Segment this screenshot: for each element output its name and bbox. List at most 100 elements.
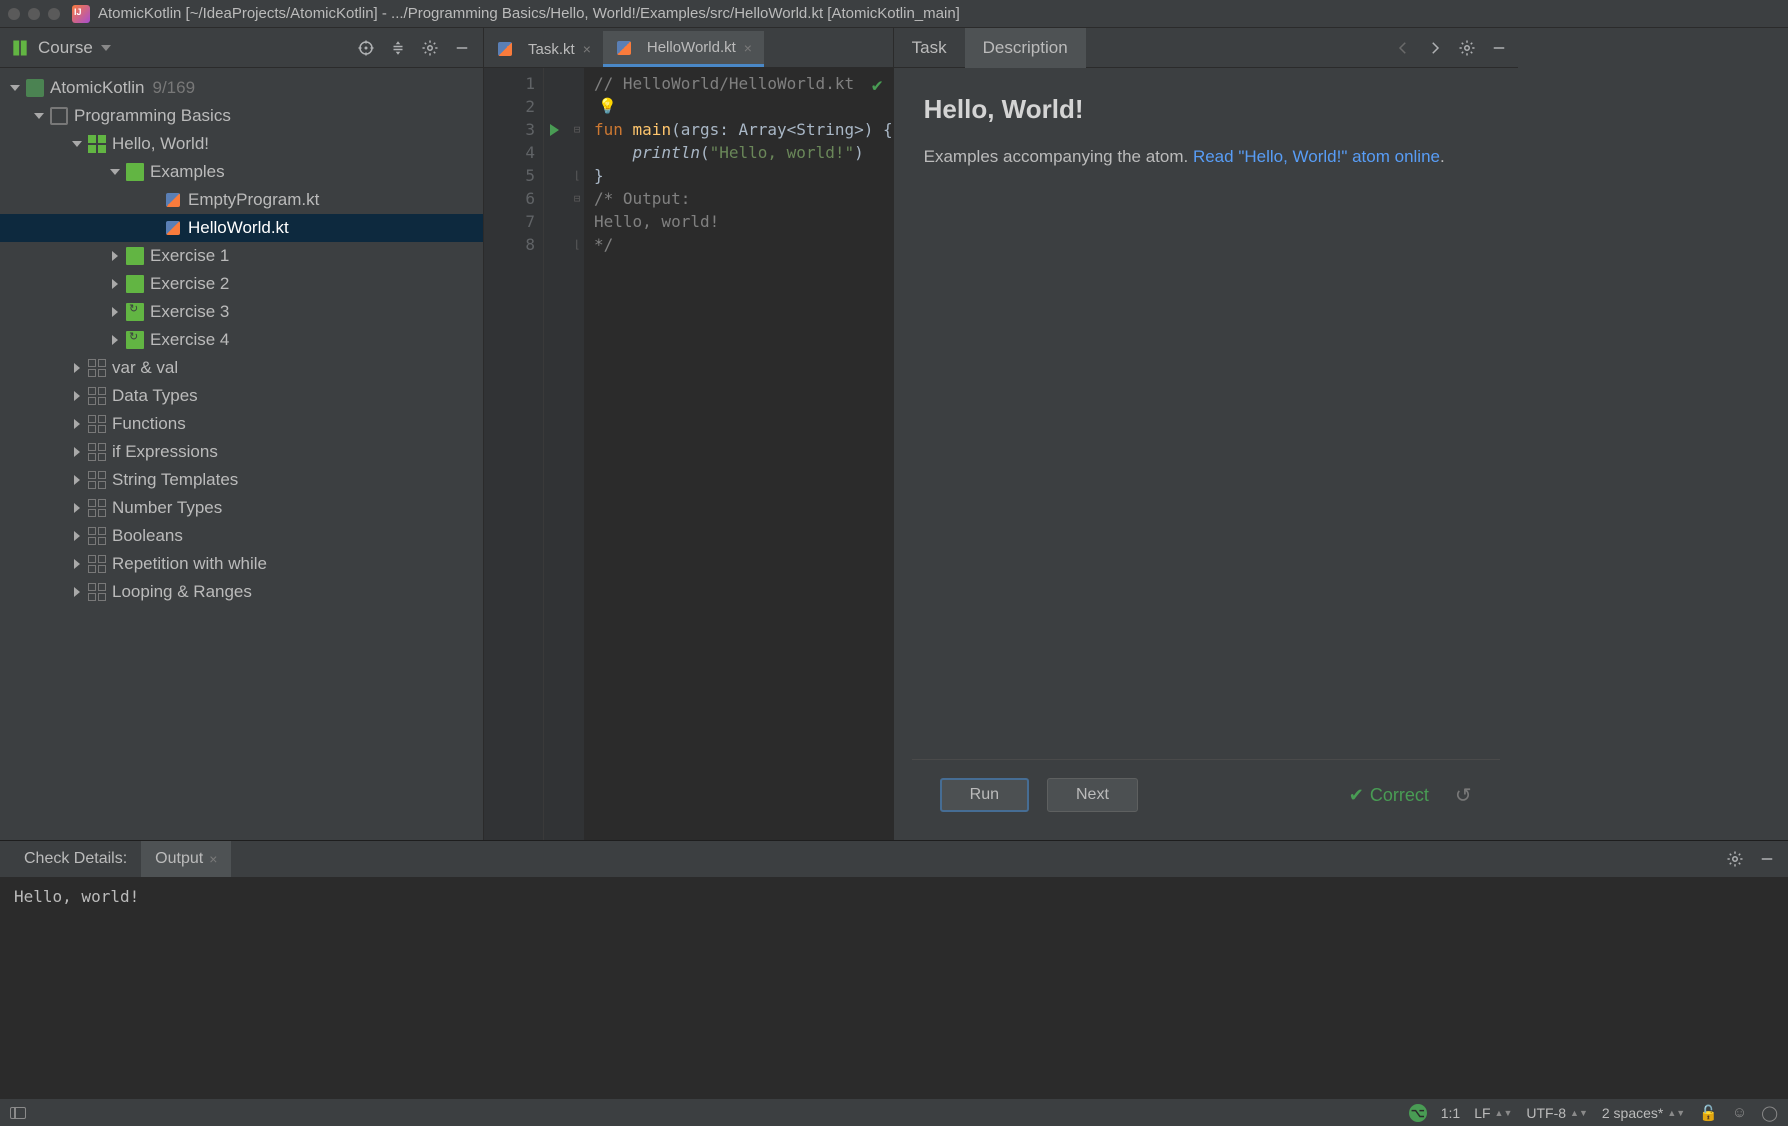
indent-settings[interactable]: 2 spaces*▲▼	[1602, 1105, 1685, 1121]
editor-tab[interactable]: Task.kt ×	[484, 31, 603, 67]
gear-icon[interactable]	[1456, 37, 1478, 59]
collapse-all-icon[interactable]	[387, 37, 409, 59]
tree-exercise[interactable]: Exercise 3	[0, 298, 483, 326]
kotlin-file-icon	[164, 219, 182, 237]
file-encoding[interactable]: UTF-8▲▼	[1526, 1105, 1588, 1121]
chevron-right-icon[interactable]	[70, 361, 84, 375]
window-close-icon[interactable]	[8, 8, 20, 20]
code-text: Hello, world!	[594, 212, 719, 231]
fold-close-icon[interactable]: ⌊	[570, 164, 584, 187]
tree-lesson[interactable]: Number Types	[0, 494, 483, 522]
chevron-right-icon[interactable]	[70, 417, 84, 431]
tree-lesson-current[interactable]: Hello, World!	[0, 130, 483, 158]
tool-windows-icon[interactable]	[10, 1107, 26, 1119]
progress-count: 9/169	[152, 78, 195, 98]
tree-examples[interactable]: Examples	[0, 158, 483, 186]
tree-file-selected[interactable]: HelloWorld.kt	[0, 214, 483, 242]
window-maximize-icon[interactable]	[48, 8, 60, 20]
chevron-right-icon[interactable]	[70, 529, 84, 543]
line-number: 2	[484, 95, 535, 118]
fold-close-icon[interactable]: ⌊	[570, 233, 584, 256]
fold-open-icon[interactable]: ⊟	[570, 118, 584, 141]
tab-output[interactable]: Output ×	[141, 841, 231, 877]
book-icon	[26, 79, 44, 97]
minimize-panel-icon[interactable]	[1488, 37, 1510, 59]
editor-panel: Task.kt × HelloWorld.kt × 1 2 3 4 5 6 7 …	[484, 28, 894, 840]
tree-label: Exercise 1	[150, 246, 229, 266]
line-number: 3	[484, 118, 535, 141]
chevron-down-icon[interactable]	[101, 45, 111, 51]
git-status-icon[interactable]: ⌥	[1409, 1104, 1427, 1122]
run-line-icon[interactable]	[550, 124, 559, 136]
next-button[interactable]: Next	[1047, 778, 1138, 812]
chevron-right-icon[interactable]	[108, 333, 122, 347]
inspector-icon[interactable]: ☺	[1732, 1104, 1747, 1121]
code-text: println	[633, 143, 700, 162]
gear-icon[interactable]	[419, 37, 441, 59]
chevron-down-icon[interactable]	[8, 81, 22, 95]
minimize-panel-icon[interactable]	[1756, 848, 1778, 870]
tab-label: Task.kt	[528, 41, 575, 58]
chevron-right-icon[interactable]	[70, 501, 84, 515]
tree-lesson[interactable]: Data Types	[0, 382, 483, 410]
chevron-down-icon[interactable]	[70, 137, 84, 151]
caret-position[interactable]: 1:1	[1441, 1105, 1460, 1121]
tree-lesson[interactable]: var & val	[0, 354, 483, 382]
tab-check-details[interactable]: Check Details:	[10, 841, 141, 877]
course-dropdown[interactable]: Course	[38, 38, 93, 58]
tree-lesson[interactable]: String Templates	[0, 466, 483, 494]
tree-lesson[interactable]: Looping & Ranges	[0, 578, 483, 606]
chevron-right-icon[interactable]	[70, 445, 84, 459]
folder-retry-icon	[126, 303, 144, 321]
chevron-right-icon[interactable]	[70, 473, 84, 487]
chevron-right-icon[interactable]	[70, 389, 84, 403]
tree-exercise[interactable]: Exercise 4	[0, 326, 483, 354]
tree-lesson[interactable]: if Expressions	[0, 438, 483, 466]
search-icon[interactable]: ◯	[1761, 1104, 1778, 1122]
code-area[interactable]: 💡✔// HelloWorld/HelloWorld.kt fun main(a…	[584, 68, 893, 840]
task-body-link[interactable]: Read "Hello, World!" atom online	[1193, 147, 1440, 166]
close-icon[interactable]: ×	[744, 40, 752, 56]
code-text: (args: Array<String>) {	[671, 120, 893, 139]
course-tree[interactable]: AtomicKotlin 9/169 Programming Basics He…	[0, 68, 483, 840]
code-editor[interactable]: 1 2 3 4 5 6 7 8 ⊟ ⌊ ⊟ ⌊ 💡✔// HelloWorld/…	[484, 68, 893, 840]
minimize-panel-icon[interactable]	[451, 37, 473, 59]
tree-label: Repetition with while	[112, 554, 267, 574]
tree-lesson[interactable]: Repetition with while	[0, 550, 483, 578]
close-icon[interactable]: ×	[209, 851, 217, 867]
intention-bulb-icon[interactable]: 💡	[598, 95, 617, 118]
reset-icon[interactable]: ↺	[1455, 783, 1472, 808]
locate-icon[interactable]	[355, 37, 377, 59]
tree-root[interactable]: AtomicKotlin 9/169	[0, 74, 483, 102]
tree-file[interactable]: EmptyProgram.kt	[0, 186, 483, 214]
tree-lesson[interactable]: Booleans	[0, 522, 483, 550]
tree-module[interactable]: Programming Basics	[0, 102, 483, 130]
chevron-right-icon[interactable]	[70, 557, 84, 571]
run-button[interactable]: Run	[940, 778, 1029, 812]
line-number: 1	[484, 72, 535, 95]
fold-open-icon[interactable]: ⊟	[570, 187, 584, 210]
chevron-right-icon[interactable]	[108, 305, 122, 319]
inspection-ok-icon[interactable]: ✔	[872, 74, 883, 97]
chevron-right-icon[interactable]	[108, 249, 122, 263]
gear-icon[interactable]	[1724, 848, 1746, 870]
folder-icon	[126, 163, 144, 181]
readonly-lock-icon[interactable]: 🔓	[1699, 1104, 1718, 1122]
nav-back-icon[interactable]	[1392, 37, 1414, 59]
tree-exercise[interactable]: Exercise 2	[0, 270, 483, 298]
tree-exercise[interactable]: Exercise 1	[0, 242, 483, 270]
tree-lesson[interactable]: Functions	[0, 410, 483, 438]
chevron-down-icon[interactable]	[32, 109, 46, 123]
nav-forward-icon[interactable]	[1424, 37, 1446, 59]
chevron-right-icon[interactable]	[70, 585, 84, 599]
lesson-icon	[88, 359, 106, 377]
line-separator[interactable]: LF▲▼	[1474, 1105, 1512, 1121]
tab-description[interactable]: Description	[965, 28, 1086, 68]
chevron-right-icon[interactable]	[108, 277, 122, 291]
window-minimize-icon[interactable]	[28, 8, 40, 20]
editor-tab-active[interactable]: HelloWorld.kt ×	[603, 31, 764, 67]
tree-label: Functions	[112, 414, 186, 434]
tab-task[interactable]: Task	[894, 28, 965, 68]
chevron-down-icon[interactable]	[108, 165, 122, 179]
close-icon[interactable]: ×	[583, 41, 591, 57]
